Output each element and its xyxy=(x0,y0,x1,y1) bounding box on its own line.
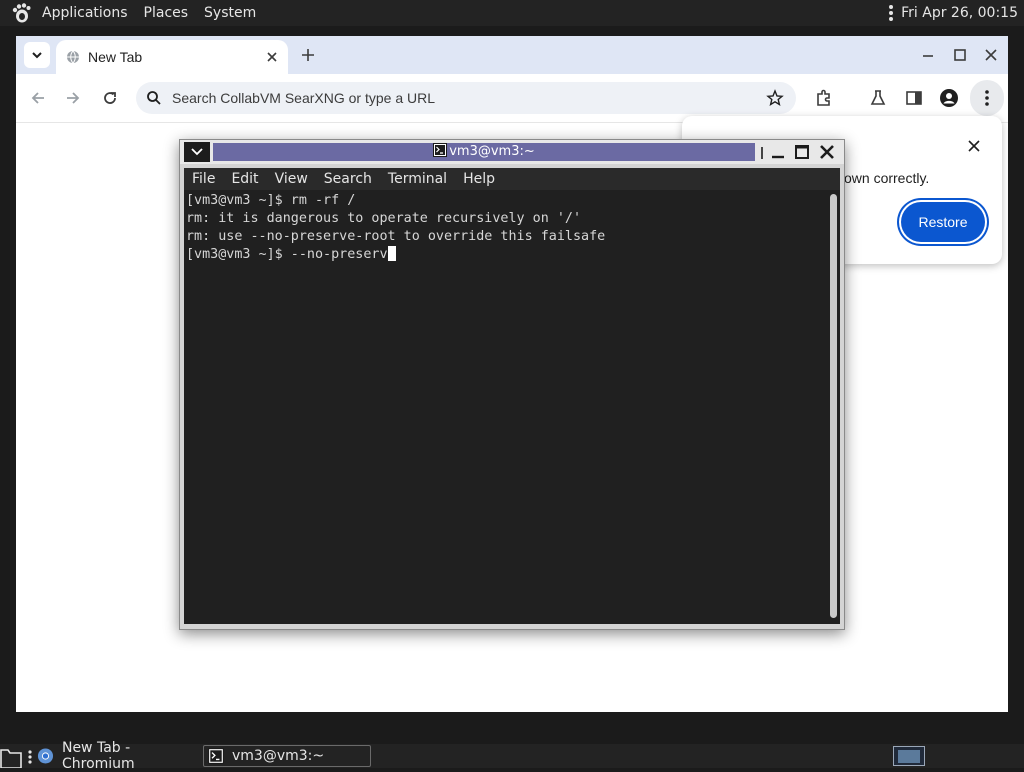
term-menu-help[interactable]: Help xyxy=(455,168,503,190)
terminal-line: [vm3@vm3 ~]$ rm -rf / xyxy=(186,193,356,208)
gnome-foot-icon[interactable] xyxy=(10,2,32,24)
globe-icon xyxy=(67,50,79,64)
kebab-menu-icon xyxy=(985,90,989,106)
maximize-icon[interactable] xyxy=(793,143,811,161)
taskbar-item-chromium[interactable]: New Tab - Chromium xyxy=(37,740,199,772)
window-title-bar[interactable]: vm3@vm3:~ xyxy=(213,143,755,161)
panel-handle-icon xyxy=(889,5,894,21)
close-window-icon[interactable] xyxy=(983,47,999,63)
terminal-app-icon xyxy=(208,748,224,764)
chevron-down-icon xyxy=(191,148,203,156)
reload-icon[interactable] xyxy=(100,88,120,108)
search-icon xyxy=(147,91,161,105)
terminal-app-icon xyxy=(433,143,448,157)
panel-right: Fri Apr 26, 00:15 xyxy=(889,5,1024,21)
terminal-current-input: [vm3@vm3 ~]$ --no-preserv xyxy=(186,247,388,262)
window-title: vm3@vm3:~ xyxy=(449,144,535,159)
terminal-menubar: File Edit View Search Terminal Help xyxy=(184,168,840,190)
forward-icon[interactable] xyxy=(63,88,83,108)
top-panel: Applications Places System Fri Apr 26, 0… xyxy=(0,0,1024,26)
bottom-panel: New Tab - Chromium vm3@vm3:~ xyxy=(0,740,1024,772)
taskbar-item-terminal[interactable]: vm3@vm3:~ xyxy=(203,745,371,767)
clock[interactable]: Fri Apr 26, 00:15 xyxy=(901,5,1018,21)
omnibox[interactable]: Search CollabVM SearXNG or type a URL xyxy=(136,82,796,114)
terminal-prompt-line: [vm3@vm3 ~]$ --no-preserv xyxy=(186,246,828,264)
show-desktop-icon[interactable] xyxy=(0,746,22,768)
chevron-down-icon xyxy=(32,52,42,59)
terminal-window: vm3@vm3:~ File Edit View Search Terminal… xyxy=(179,139,845,630)
maximize-icon[interactable] xyxy=(952,47,968,63)
term-menu-file[interactable]: File xyxy=(184,168,223,190)
menu-applications[interactable]: Applications xyxy=(34,0,136,26)
tab-strip: New Tab xyxy=(16,36,1008,74)
restore-message: own correctly. xyxy=(844,170,930,186)
restore-button[interactable]: Restore xyxy=(901,202,985,242)
term-menu-view[interactable]: View xyxy=(267,168,316,190)
term-menu-terminal[interactable]: Terminal xyxy=(380,168,455,190)
bookmark-star-icon[interactable] xyxy=(766,89,784,107)
term-menu-edit[interactable]: Edit xyxy=(223,168,266,190)
menu-system[interactable]: System xyxy=(196,0,264,26)
terminal-output[interactable]: [vm3@vm3 ~]$ rm -rf / rm: it is dangerous… xyxy=(184,190,828,624)
menu-places[interactable]: Places xyxy=(136,0,197,26)
profile-avatar-icon[interactable] xyxy=(939,88,959,108)
minimize-icon[interactable] xyxy=(920,47,936,63)
window-menu-button[interactable] xyxy=(184,142,210,162)
back-icon[interactable] xyxy=(28,88,48,108)
terminal-line: rm: it is dangerous to operate recursive… xyxy=(186,211,582,226)
omnibox-placeholder: Search CollabVM SearXNG or type a URL xyxy=(172,90,435,106)
text-cursor xyxy=(387,246,396,261)
tab-title: New Tab xyxy=(88,49,143,65)
side-panel-icon[interactable] xyxy=(904,88,924,108)
close-icon[interactable] xyxy=(818,143,836,161)
menu-bar: Applications Places System xyxy=(0,0,264,26)
chromium-icon xyxy=(37,748,54,764)
term-menu-search[interactable]: Search xyxy=(316,168,380,190)
close-tab-icon[interactable] xyxy=(266,51,278,63)
labs-flask-icon[interactable] xyxy=(868,88,888,108)
panel-handle-icon xyxy=(28,750,32,764)
close-popup-icon[interactable] xyxy=(968,140,980,152)
taskbar-label: New Tab - Chromium xyxy=(61,740,135,772)
tab-new-tab[interactable]: New Tab xyxy=(56,40,288,74)
minimize-icon[interactable] xyxy=(769,143,787,161)
menu-button[interactable] xyxy=(970,80,1004,116)
new-tab-icon[interactable] xyxy=(300,47,316,63)
tab-search-button[interactable] xyxy=(24,42,50,68)
extensions-icon[interactable] xyxy=(814,88,834,108)
taskbar-label: vm3@vm3:~ xyxy=(232,748,325,764)
terminal-scrollbar[interactable] xyxy=(828,190,840,624)
terminal-titlebar[interactable]: vm3@vm3:~ xyxy=(180,140,844,164)
terminal-line: rm: use --no-preserve-root to override t… xyxy=(186,229,606,244)
workspace-switcher[interactable] xyxy=(893,746,925,766)
scrollbar-thumb[interactable] xyxy=(830,194,837,618)
